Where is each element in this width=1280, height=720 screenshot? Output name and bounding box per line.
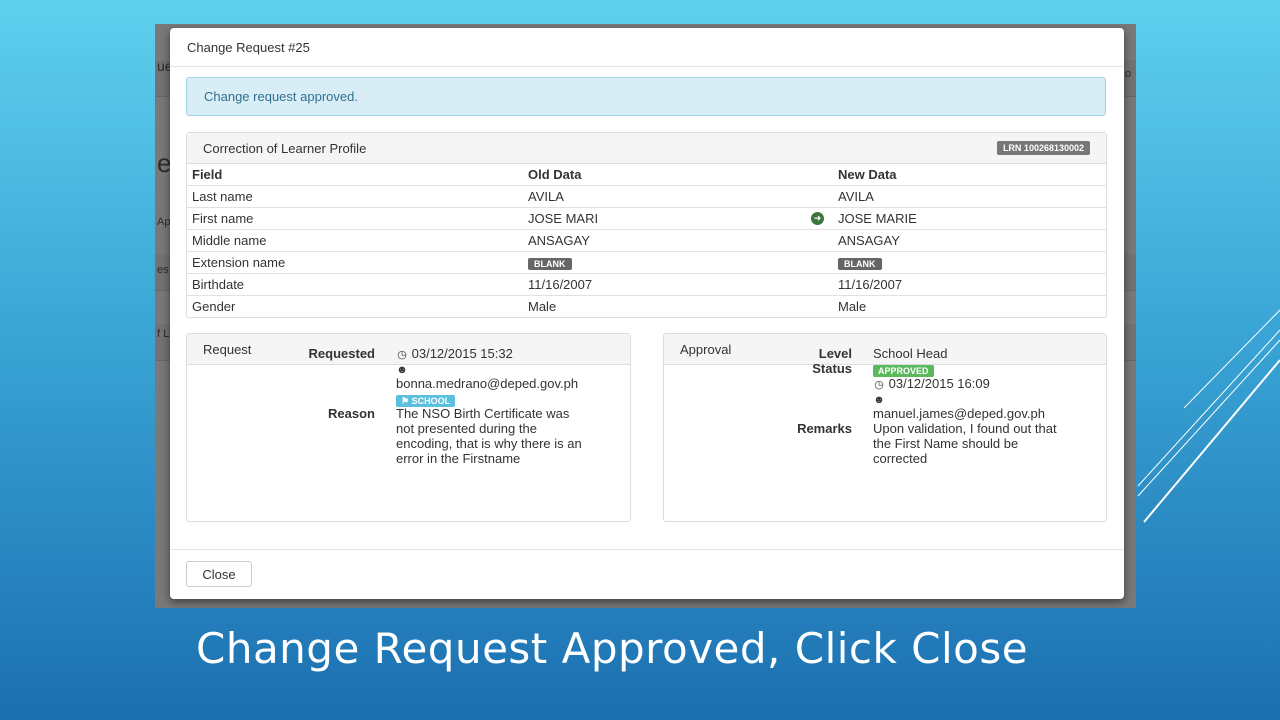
table-row: Middle name ANSAGAY ANSAGAY xyxy=(187,229,1106,252)
modal-title: Change Request #25 xyxy=(187,39,310,55)
reason-line: encoding, that is why there is an xyxy=(396,436,582,451)
panel-heading: Correction of Learner Profile LRN 100268… xyxy=(187,133,1106,164)
decorative-lines xyxy=(1137,309,1280,523)
slide-caption: Change Request Approved, Click Close xyxy=(196,624,1029,673)
remarks-line: the First Name should be xyxy=(873,436,1019,451)
school-badge: ⚑ SCHOOL xyxy=(396,392,456,407)
requester-email: bonna.medrano@deped.gov.ph xyxy=(396,376,579,391)
column-header: Old Data xyxy=(528,167,582,182)
level-value: School Head xyxy=(873,346,948,361)
request-details: Requested ◷ 03/12/2015 15:32 ☻ bonna.med… xyxy=(187,334,632,492)
reason-line: not presented during the xyxy=(396,421,537,436)
approval-panel: Approval Level School Head Status APPROV… xyxy=(663,333,1107,522)
approved-time-value: 03/12/2015 16:09 xyxy=(888,376,990,391)
requested-label: Requested xyxy=(308,346,375,361)
remarks-line: corrected xyxy=(873,451,928,466)
screenshot-frame: ue e Ap es f L o Change Request #25 Chan… xyxy=(155,24,1136,608)
blank-badge: BLANK xyxy=(528,258,572,270)
new-data-cell: AVILA xyxy=(833,185,1106,208)
requested-time-value: 03/12/2015 15:32 xyxy=(411,346,513,361)
old-data-cell: JOSE MARI xyxy=(523,207,833,230)
field-cell: Gender xyxy=(187,295,523,317)
field-cell: Middle name xyxy=(187,229,523,252)
alert-text: Change request approved. xyxy=(204,89,358,104)
changed-arrow-icon: ➜ xyxy=(811,212,824,225)
new-data-cell: 11/16/2007 xyxy=(833,273,1106,296)
panel-title: Correction of Learner Profile xyxy=(203,140,367,156)
approval-details: Level School Head Status APPROVED ◷ 03/1… xyxy=(664,334,1108,492)
modal-header: Change Request #25 xyxy=(170,28,1124,67)
old-data-cell: Male xyxy=(523,295,833,317)
status-badge: APPROVED xyxy=(873,362,934,377)
level-label: Level xyxy=(818,346,852,361)
field-cell: Birthdate xyxy=(187,273,523,296)
table-row: First name JOSE MARI ➜ JOSE MARIE xyxy=(187,207,1106,230)
new-data-cell: BLANK xyxy=(833,251,1106,274)
new-data-cell-changed: ➜ JOSE MARIE xyxy=(811,207,1106,230)
approver-email: manuel.james@deped.gov.ph xyxy=(873,406,1045,421)
lrn-badge: LRN 100268130002 xyxy=(996,141,1090,155)
new-data-value: JOSE MARIE xyxy=(838,211,917,226)
field-cell: Extension name xyxy=(187,251,523,274)
field-cell: Last name xyxy=(187,185,523,208)
table-row: Gender Male Male xyxy=(187,295,1106,317)
reason-line: error in the Firstname xyxy=(396,451,521,466)
old-data-cell: AVILA xyxy=(523,185,833,208)
reason-line: The NSO Birth Certificate was xyxy=(396,406,570,421)
remarks-label: Remarks xyxy=(797,421,852,436)
old-data-cell: ANSAGAY xyxy=(523,229,833,252)
learner-profile-panel: Correction of Learner Profile LRN 100268… xyxy=(186,132,1107,318)
status-label: Status xyxy=(812,361,852,376)
new-data-cell: ANSAGAY xyxy=(833,229,1106,252)
column-header: Field xyxy=(192,167,223,182)
old-data-cell: BLANK xyxy=(523,251,833,274)
requested-time: ◷ 03/12/2015 15:32 xyxy=(396,346,513,363)
profile-table: Field Old Data New Data Last name AVILA … xyxy=(187,164,1106,317)
table-row: Birthdate 11/16/2007 11/16/2007 xyxy=(187,273,1106,296)
school-icon: ⚑ xyxy=(401,396,412,406)
remarks-line: Upon validation, I found out that xyxy=(873,421,1057,436)
approved-alert: Change request approved. xyxy=(186,77,1106,116)
request-panel: Request Requested ◷ 03/12/2015 15:32 ☻ b… xyxy=(186,333,631,522)
table-row: Extension name BLANK BLANK xyxy=(187,251,1106,274)
table-header-row: Field Old Data New Data xyxy=(187,164,1106,186)
modal-footer: Close xyxy=(170,549,1124,599)
field-cell: First name xyxy=(187,207,523,230)
column-header: New Data xyxy=(838,167,897,182)
table-row: Last name AVILA AVILA xyxy=(187,185,1106,208)
change-request-modal: Change Request #25 Change request approv… xyxy=(170,28,1124,599)
approved-time: ◷ 03/12/2015 16:09 xyxy=(873,376,990,393)
blank-badge: BLANK xyxy=(838,258,882,270)
new-data-cell: Male xyxy=(833,295,1106,317)
close-button[interactable]: Close xyxy=(186,561,252,587)
reason-label: Reason xyxy=(328,406,375,421)
school-badge-label: SCHOOL xyxy=(411,396,451,406)
old-data-cell: 11/16/2007 xyxy=(523,273,833,296)
